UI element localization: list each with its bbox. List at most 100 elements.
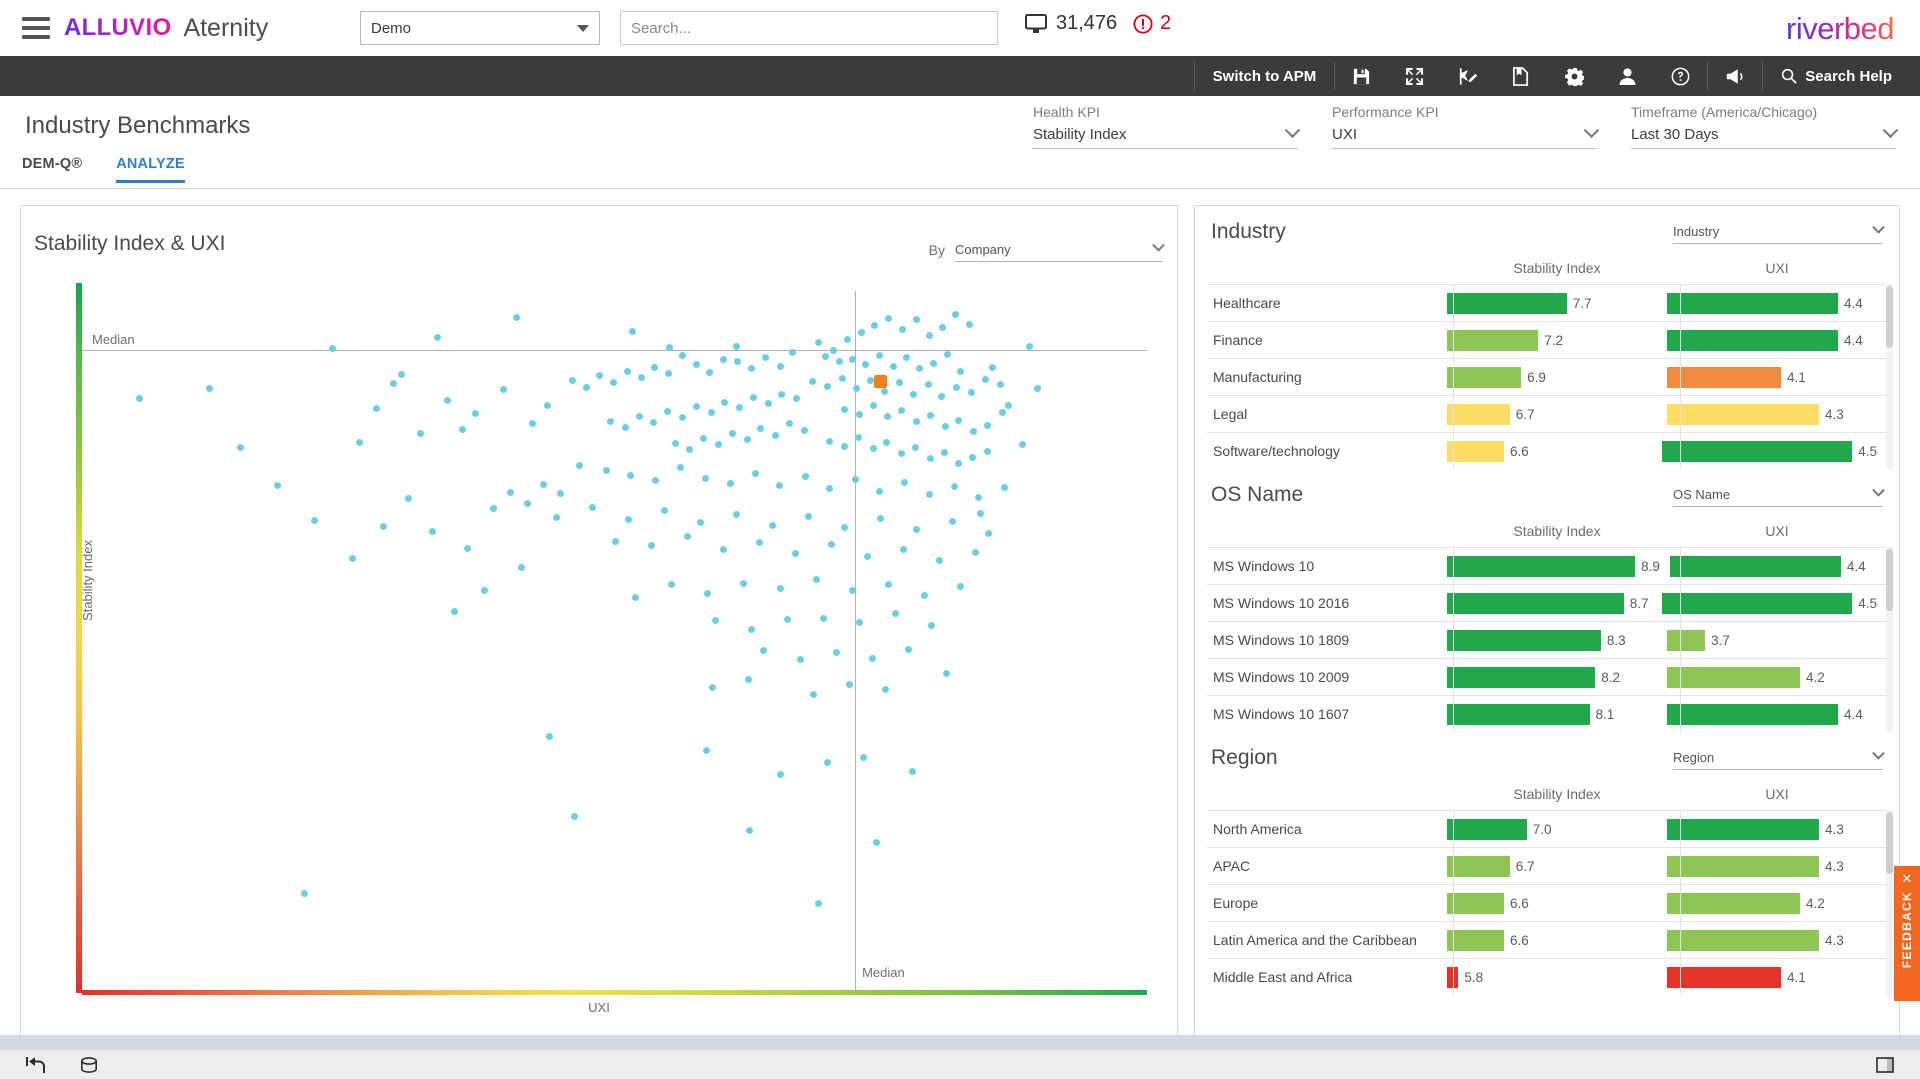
scatter-point[interactable] bbox=[870, 402, 877, 409]
scatter-point[interactable] bbox=[881, 388, 888, 395]
table-row[interactable]: Software/technology6.64.5 bbox=[1207, 432, 1887, 469]
scatter-point[interactable] bbox=[756, 539, 763, 546]
scatter-point[interactable] bbox=[985, 530, 992, 537]
performance-kpi-select[interactable]: UXI bbox=[1332, 126, 1597, 149]
scatter-point[interactable] bbox=[405, 495, 412, 502]
scatter-point[interactable] bbox=[826, 438, 833, 445]
report-button[interactable] bbox=[1495, 56, 1548, 96]
table-row[interactable]: APAC6.74.3 bbox=[1207, 847, 1887, 884]
scatter-point[interactable] bbox=[777, 363, 784, 370]
scatter-point[interactable] bbox=[942, 423, 949, 430]
scatter-point[interactable] bbox=[892, 610, 899, 617]
scatter-point[interactable] bbox=[928, 622, 935, 629]
scatter-point[interactable] bbox=[882, 686, 889, 693]
scatter-point[interactable] bbox=[237, 444, 244, 451]
scatter-point[interactable] bbox=[955, 417, 962, 424]
scatter-point[interactable] bbox=[629, 328, 636, 335]
scatter-point[interactable] bbox=[546, 733, 553, 740]
scatter-point[interactable] bbox=[417, 430, 424, 437]
scatter-point[interactable] bbox=[589, 504, 596, 511]
scatter-point[interactable] bbox=[903, 354, 910, 361]
group-by-select[interactable]: Company bbox=[955, 242, 1163, 262]
scatter-point[interactable] bbox=[708, 409, 715, 416]
scatter-point[interactable] bbox=[624, 368, 631, 375]
scatter-point[interactable] bbox=[709, 684, 716, 691]
table-row[interactable]: Latin America and the Caribbean6.64.3 bbox=[1207, 921, 1887, 958]
scatter-point[interactable] bbox=[984, 448, 991, 455]
scatter-point[interactable] bbox=[1005, 402, 1012, 409]
scatter-point[interactable] bbox=[828, 541, 835, 548]
scatter-point[interactable] bbox=[841, 524, 848, 531]
table-row[interactable]: Legal6.74.3 bbox=[1207, 395, 1887, 432]
scatter-point[interactable] bbox=[989, 364, 996, 371]
scatter-point[interactable] bbox=[596, 372, 603, 379]
scatter-point[interactable] bbox=[873, 839, 880, 846]
search-box[interactable] bbox=[620, 11, 998, 45]
scatter-point[interactable] bbox=[702, 475, 709, 482]
scatter-point[interactable] bbox=[720, 546, 727, 553]
scatter-point[interactable] bbox=[1019, 441, 1026, 448]
scatter-point[interactable] bbox=[898, 450, 905, 457]
scatter-point[interactable] bbox=[797, 656, 804, 663]
scatter-point[interactable] bbox=[900, 546, 907, 553]
scatter-point[interactable] bbox=[826, 485, 833, 492]
scatter-point[interactable] bbox=[1026, 343, 1033, 350]
scatter-point[interactable] bbox=[898, 407, 905, 414]
scatter-point[interactable] bbox=[792, 550, 799, 557]
scatter-point[interactable] bbox=[571, 813, 578, 820]
scatter-point[interactable] bbox=[451, 608, 458, 615]
scatter-point[interactable] bbox=[693, 403, 700, 410]
scatter-point[interactable] bbox=[841, 406, 848, 413]
scatter-point[interactable] bbox=[802, 473, 809, 480]
scatter-point[interactable] bbox=[444, 397, 451, 404]
scatter-point[interactable] bbox=[721, 399, 728, 406]
scatter-point[interactable] bbox=[652, 477, 659, 484]
panel-scrollbar-thumb[interactable] bbox=[1886, 286, 1893, 348]
scatter-point[interactable] bbox=[957, 583, 964, 590]
scatter-point[interactable] bbox=[765, 400, 772, 407]
scatter-point[interactable] bbox=[824, 759, 831, 766]
scatter-point[interactable] bbox=[913, 526, 920, 533]
scatter-point[interactable] bbox=[890, 363, 897, 370]
scatter-point[interactable] bbox=[901, 479, 908, 486]
scatter-point[interactable] bbox=[943, 670, 950, 677]
scatter-point[interactable] bbox=[896, 379, 903, 386]
scatter-point[interactable] bbox=[841, 443, 848, 450]
scatter-point[interactable] bbox=[311, 517, 318, 524]
scatter-point[interactable] bbox=[627, 472, 634, 479]
scatter-point[interactable] bbox=[921, 592, 928, 599]
scatter-point[interactable] bbox=[777, 585, 784, 592]
table-row[interactable]: Manufacturing6.94.1 bbox=[1207, 358, 1887, 395]
scatter-point[interactable] bbox=[856, 411, 863, 418]
scatter-point[interactable] bbox=[855, 434, 862, 441]
scatter-point[interactable] bbox=[951, 483, 958, 490]
scatter-point[interactable] bbox=[665, 370, 672, 377]
scatter-point[interactable] bbox=[778, 391, 785, 398]
scatter-point[interactable] bbox=[301, 890, 308, 897]
table-row[interactable]: MS Windows 10 20098.24.2 bbox=[1207, 658, 1887, 695]
scatter-point[interactable] bbox=[736, 404, 743, 411]
panel-dimension-select[interactable]: Region bbox=[1673, 750, 1883, 770]
scatter-point[interactable] bbox=[136, 395, 143, 402]
scatter-point[interactable] bbox=[607, 418, 614, 425]
scatter-point[interactable] bbox=[661, 507, 668, 514]
scatter-point[interactable] bbox=[373, 405, 380, 412]
scatter-point[interactable] bbox=[507, 489, 514, 496]
scatter-point[interactable] bbox=[464, 545, 471, 552]
scatter-point[interactable] bbox=[852, 476, 859, 483]
panel-dimension-select[interactable]: Industry bbox=[1673, 224, 1883, 244]
scatter-point[interactable] bbox=[927, 455, 934, 462]
scatter-point[interactable] bbox=[930, 360, 937, 367]
scatter-point[interactable] bbox=[704, 590, 711, 597]
feedback-tab[interactable]: ✕ FEEDBACK bbox=[1894, 866, 1920, 1001]
scatter-point[interactable] bbox=[793, 395, 800, 402]
scatter-point[interactable] bbox=[913, 316, 920, 323]
scatter-point[interactable] bbox=[883, 439, 890, 446]
scatter-point[interactable] bbox=[975, 494, 982, 501]
panel-scrollbar-thumb[interactable] bbox=[1886, 812, 1893, 874]
highlighted-company-point[interactable] bbox=[874, 375, 887, 388]
database-icon[interactable] bbox=[80, 1057, 98, 1073]
scatter-point[interactable] bbox=[969, 454, 976, 461]
scatter-point[interactable] bbox=[777, 771, 784, 778]
scatter-point[interactable] bbox=[459, 426, 466, 433]
